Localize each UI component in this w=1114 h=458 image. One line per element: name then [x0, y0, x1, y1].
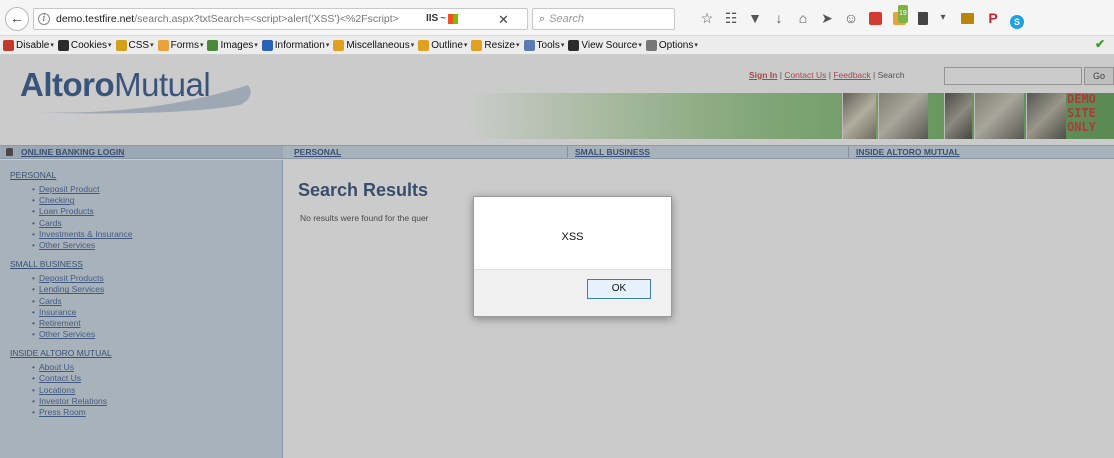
- address-bar[interactable]: i demo.testfire.net/search.aspx?txtSearc…: [33, 8, 528, 30]
- cookies-icon: [57, 39, 69, 51]
- dev-menu-tools[interactable]: Tools ▾: [523, 39, 565, 51]
- dev-menu-options[interactable]: Options ▾: [645, 39, 698, 51]
- dev-menu-cookies[interactable]: Cookies ▾: [57, 39, 112, 51]
- chevron-down-icon: ▾: [325, 42, 330, 49]
- chevron-down-icon: ▾: [410, 42, 415, 49]
- options-icon: [645, 39, 657, 51]
- url-path: /search.aspx?txtSearch=<script>alert('XS…: [134, 13, 399, 25]
- dropdown-icon[interactable]: ▾: [934, 9, 952, 27]
- view-source-icon: [568, 39, 580, 51]
- chevron-down-icon: ▾: [638, 42, 642, 49]
- chevron-down-icon: ▾: [199, 42, 204, 49]
- dev-menu-information[interactable]: Information ▾: [261, 39, 330, 51]
- dev-menu-miscellaneous[interactable]: Miscellaneous ▾: [333, 39, 415, 51]
- alert-footer: OK: [474, 269, 671, 316]
- chevron-down-icon: ▾: [254, 42, 258, 49]
- miscellaneous-icon: [333, 39, 345, 51]
- pocket-icon[interactable]: ▼: [746, 9, 764, 27]
- dev-menu-view-source[interactable]: View Source ▾: [568, 39, 642, 51]
- close-icon[interactable]: ✕: [498, 12, 509, 28]
- tools-icon: [523, 39, 535, 51]
- extension-badge-count: 19: [898, 5, 908, 23]
- iis-label: IIS: [426, 13, 439, 24]
- home-icon[interactable]: ⌂: [794, 9, 812, 27]
- bookmark-extension-icon[interactable]: [914, 9, 932, 27]
- checkmark-icon: ✔: [1095, 37, 1106, 51]
- dev-menu-css[interactable]: CSS ▾: [115, 39, 154, 51]
- alert-body: XSS: [474, 197, 671, 269]
- dev-menu-disable[interactable]: Disable ▾: [3, 39, 54, 51]
- disable-icon: [3, 39, 14, 51]
- skype-icon[interactable]: S: [1008, 9, 1026, 29]
- iis-extension[interactable]: IIS ~: [426, 13, 459, 24]
- download-icon[interactable]: ↓: [770, 9, 788, 27]
- back-arrow-icon[interactable]: ←: [5, 7, 29, 31]
- browser-toolbar: ← i demo.testfire.net/search.aspx?txtSea…: [0, 0, 1114, 36]
- chevron-down-icon: ▾: [50, 42, 54, 49]
- pinterest-icon[interactable]: P: [984, 9, 1002, 27]
- alert-dialog: XSS OK: [473, 196, 672, 317]
- dev-menu-forms[interactable]: Forms ▾: [157, 39, 204, 51]
- chevron-down-icon: ▾: [560, 42, 565, 49]
- star-icon[interactable]: ☆: [698, 9, 716, 27]
- alert-message: XSS: [561, 231, 584, 243]
- images-icon: [207, 39, 219, 51]
- chevron-down-icon: ▾: [108, 42, 112, 49]
- forms-icon: [157, 39, 169, 51]
- dev-menu-outline[interactable]: Outline ▾: [418, 39, 468, 51]
- outline-icon: [418, 39, 430, 51]
- browser-search-input[interactable]: ⌕ Search: [532, 8, 675, 30]
- badge-extension-icon[interactable]: 19: [890, 5, 908, 27]
- send-icon[interactable]: ➤: [818, 9, 836, 27]
- chevron-down-icon: ▾: [463, 42, 468, 49]
- chevron-down-icon: ▾: [694, 42, 698, 49]
- css-icon: [115, 39, 127, 51]
- red-extension-icon[interactable]: [866, 9, 884, 27]
- dev-menu-images[interactable]: Images ▾: [207, 39, 258, 51]
- reading-list-icon[interactable]: ☷: [722, 9, 740, 27]
- dev-menu-resize[interactable]: Resize ▾: [471, 39, 520, 51]
- chevron-down-icon: ▾: [150, 42, 154, 49]
- search-placeholder: Search: [549, 13, 585, 25]
- url-host: demo.testfire.net: [56, 13, 135, 25]
- ok-button[interactable]: OK: [587, 279, 651, 299]
- windows-logo-icon: [448, 13, 459, 24]
- folder-extension-icon[interactable]: [958, 9, 976, 27]
- search-icon: ⌕: [539, 12, 546, 25]
- chevron-down-icon: ▾: [516, 42, 520, 49]
- info-icon[interactable]: i: [38, 13, 50, 25]
- web-developer-toolbar: Disable ▾ Cookies ▾ CSS ▾ Forms ▾ Images ▾ Informa…: [0, 36, 1114, 55]
- information-icon: [261, 39, 273, 51]
- chat-icon[interactable]: ☺: [842, 9, 860, 27]
- resize-icon: [471, 39, 483, 51]
